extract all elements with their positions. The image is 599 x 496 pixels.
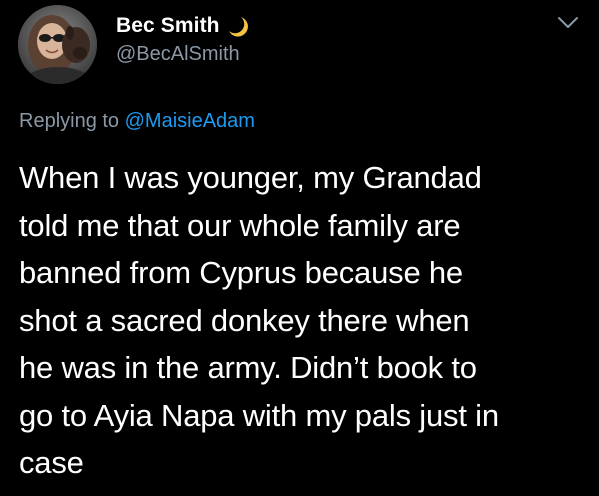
- tweet-text-line: When I was younger, my Grandad: [19, 160, 482, 195]
- tweet-text-line: told me that our whole family are: [19, 207, 461, 243]
- tweet-text-line: case: [19, 445, 84, 480]
- author-name-row[interactable]: Bec Smith: [116, 11, 248, 41]
- tweet-text-line: shot a sacred donkey there when: [19, 302, 470, 338]
- chevron-down-icon[interactable]: [557, 16, 579, 30]
- tweet-card: Bec Smith @BecAlSmith Replying to @Maisi…: [0, 0, 599, 496]
- replying-to-label: Replying to: [19, 110, 125, 132]
- reply-mention-link[interactable]: @MaisieAdam: [125, 110, 255, 132]
- replying-to-line: Replying to @MaisieAdam: [19, 110, 255, 133]
- tweet-text: When I was younger, my Grandad told me t…: [19, 154, 584, 487]
- display-name[interactable]: Bec Smith: [116, 14, 220, 38]
- tweet-text-line: he was in the army. Didn’t book to: [19, 350, 477, 385]
- avatar[interactable]: [18, 5, 97, 84]
- tweet-text-line: go to Ayia Napa with my pals just in: [19, 397, 499, 433]
- author-handle[interactable]: @BecAlSmith: [116, 43, 240, 66]
- moon-icon: [226, 14, 248, 38]
- tweet-text-line: banned from Cyprus because he: [19, 255, 463, 290]
